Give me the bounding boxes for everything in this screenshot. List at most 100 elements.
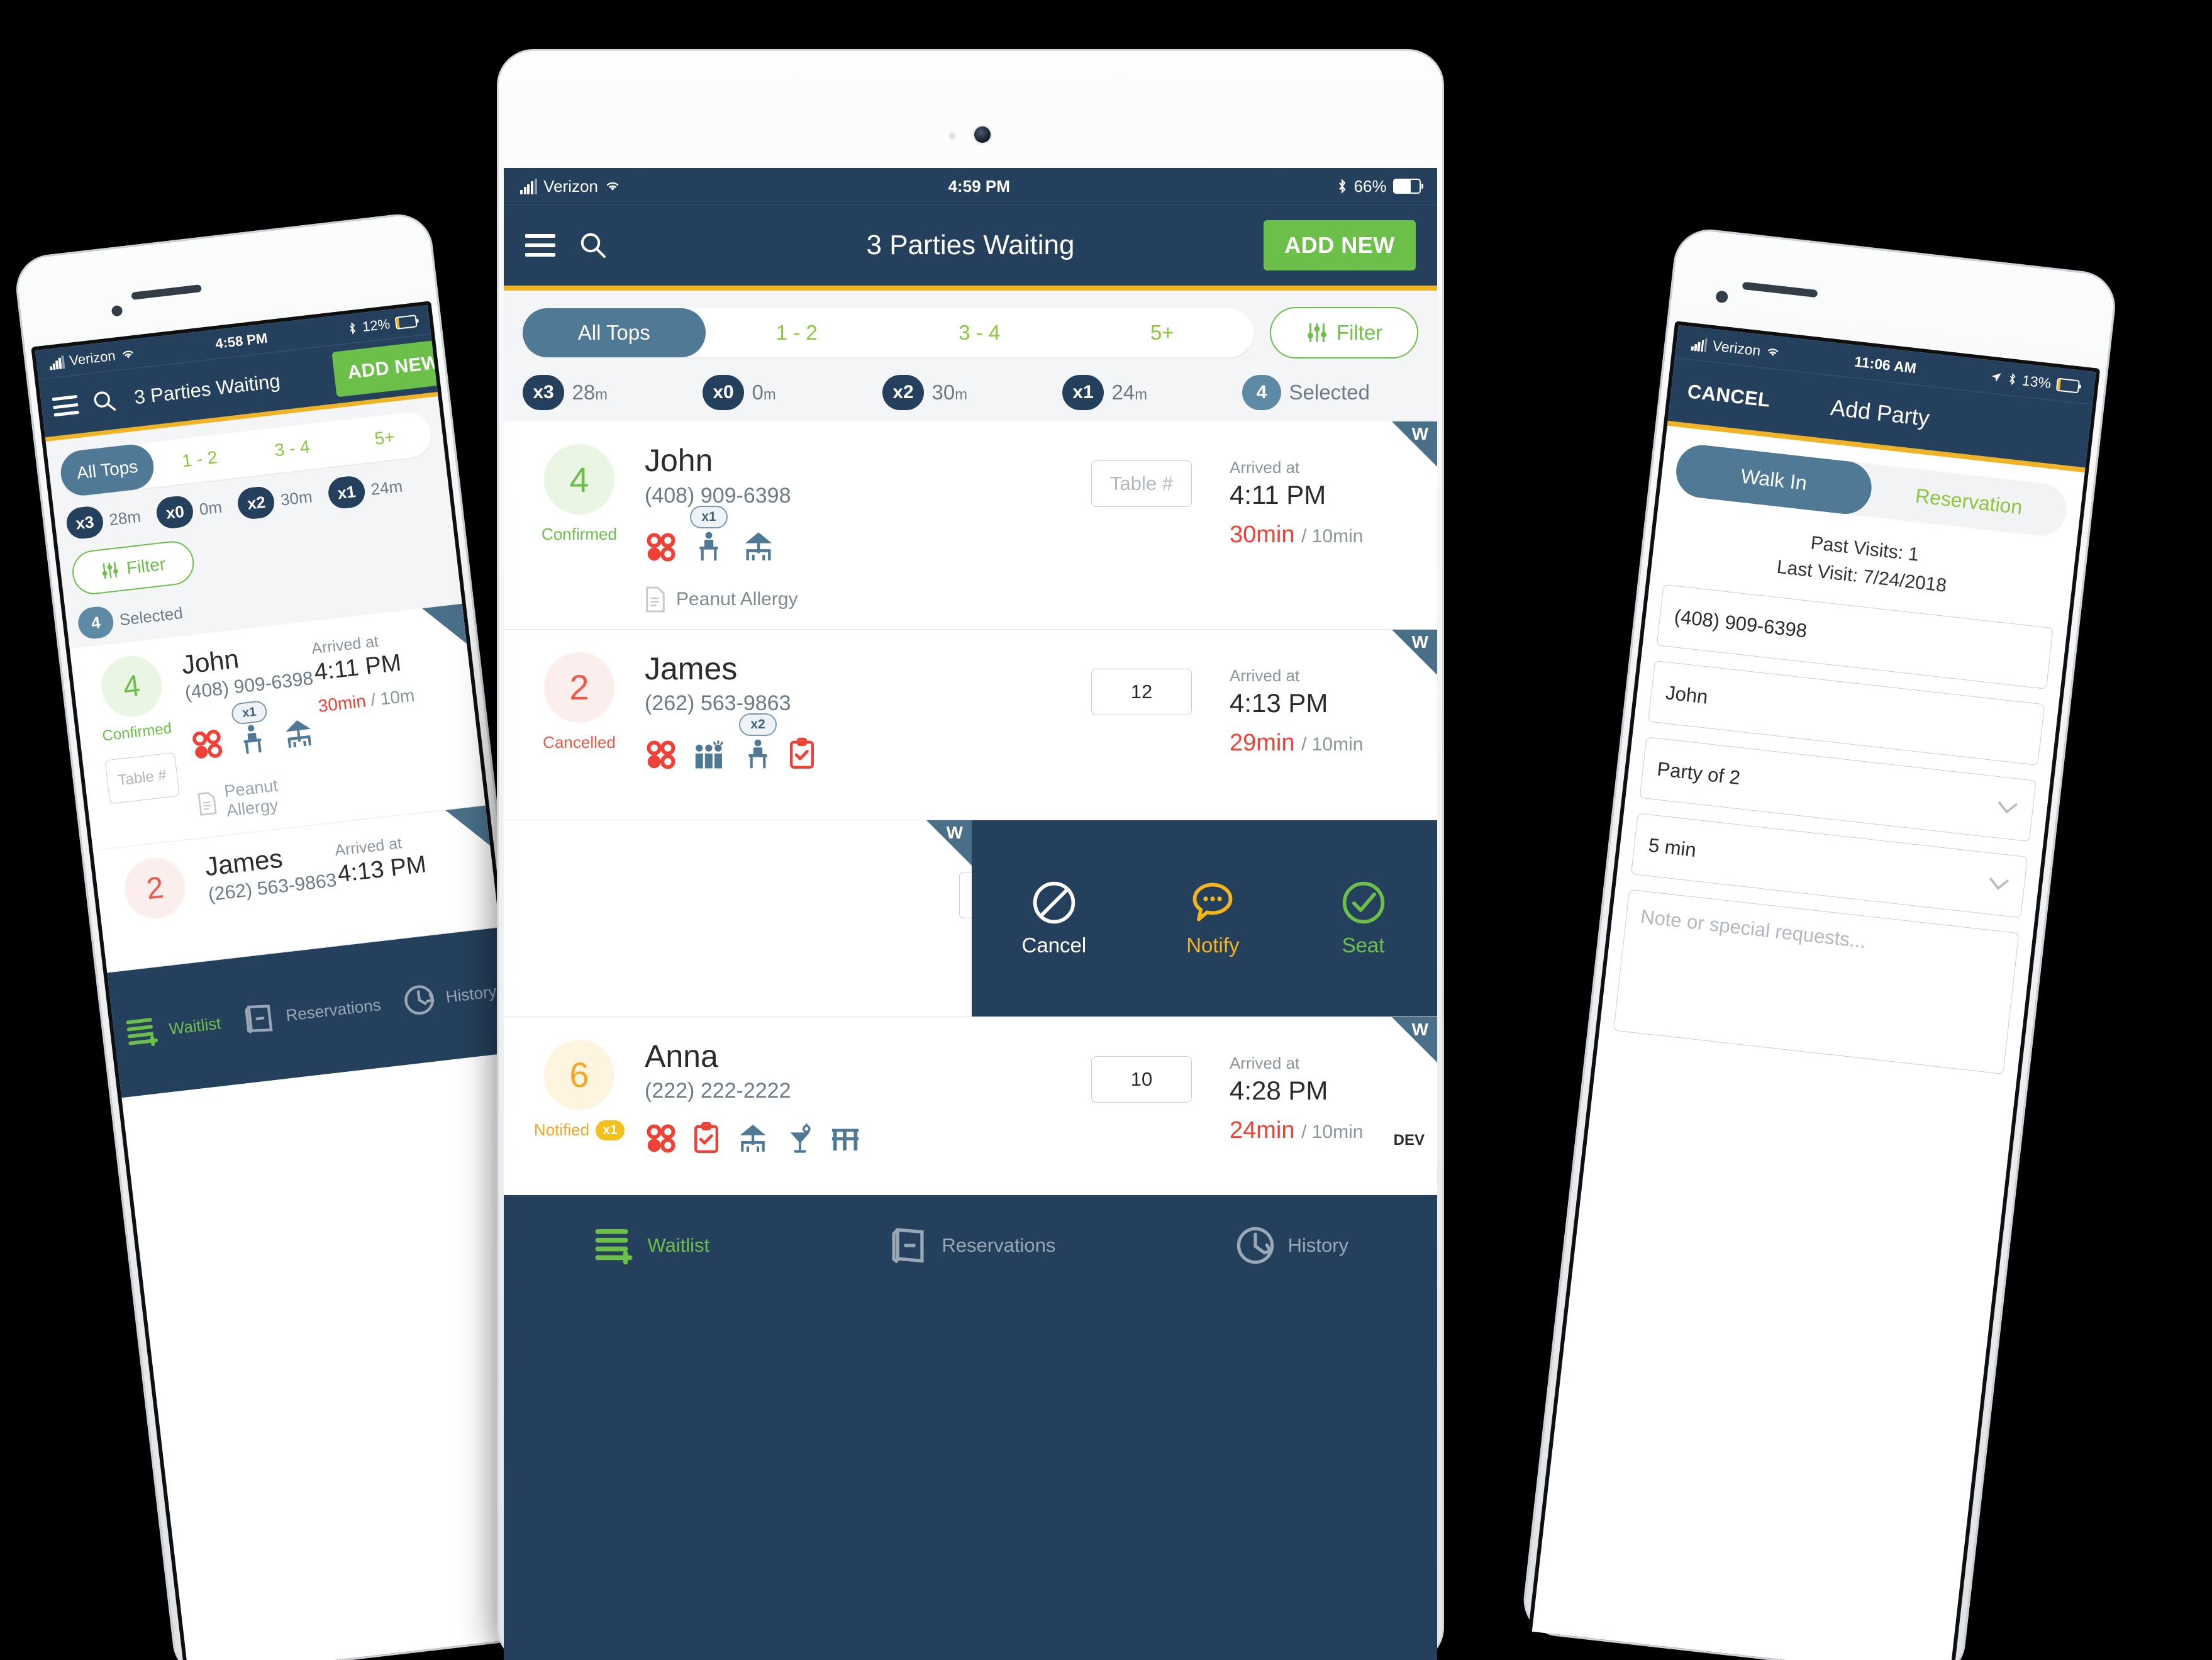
battery-icon	[2055, 377, 2081, 393]
segment-5-plus[interactable]: 5+	[1071, 308, 1254, 357]
table-number-input[interactable]: Table #	[104, 752, 180, 805]
stat-unit: m	[763, 386, 776, 403]
selected-chip: 4	[1242, 375, 1281, 410]
stat-chip: x2	[882, 375, 924, 410]
tab-waitlist[interactable]: Waitlist	[123, 1005, 223, 1052]
table-row[interactable]: W 2 Cancelled James (262) 563-9863 x2 12…	[504, 629, 1437, 820]
stat-chip: x3	[523, 375, 564, 410]
segment-all-tops[interactable]: All Tops	[523, 308, 706, 357]
arrived-time: 4:11 PM	[1230, 480, 1326, 510]
table-number-input[interactable]: 10	[1091, 1056, 1192, 1103]
ipad-navbar: 3 Parties Waiting ADD NEW	[504, 204, 1437, 286]
cancel-action[interactable]: Cancel	[1021, 879, 1086, 958]
walkin-corner-badge	[422, 603, 467, 649]
front-camera	[1715, 290, 1729, 304]
segment-3-4[interactable]: 3 - 4	[243, 421, 341, 477]
table-row[interactable]: W 4 Confirmed John (408) 909-6398 x1 Pea…	[504, 421, 1437, 630]
guest-name: John	[645, 443, 713, 478]
arrived-label: Arrived at	[1230, 458, 1300, 477]
tab-label: Waitlist	[168, 1013, 222, 1039]
bar-stool-icon	[831, 1128, 859, 1151]
note-textarea[interactable]: Note or special requests...	[1613, 889, 2020, 1074]
notify-action-label: Notify	[1186, 933, 1240, 957]
ipad-tab-bar: Waitlist Reservations History	[504, 1195, 1437, 1296]
stat-value: 28m	[108, 506, 142, 529]
waited-time: 30min	[317, 691, 367, 716]
walkin-corner-badge	[445, 805, 491, 850]
earpiece-speaker	[131, 284, 202, 300]
cancel-button[interactable]: CANCEL	[1686, 380, 1771, 412]
add-party-body: Walk In Reservation Past Visits: 1 Last …	[1599, 425, 2085, 1076]
party-size-segmented-control[interactable]: All Tops 1 - 2 3 - 4 5+	[523, 308, 1253, 357]
ambient-light-sensor	[949, 133, 955, 139]
hamburger-menu-icon[interactable]	[525, 234, 555, 257]
quoted-time: / 10min	[1301, 526, 1364, 547]
guest-phone: (262) 563-9863	[645, 691, 791, 715]
notified-count-badge: x1	[596, 1120, 625, 1140]
tab-waitlist[interactable]: Waitlist	[592, 1223, 709, 1268]
stat-item: x2 30m	[236, 481, 314, 521]
dev-tag: DEV	[1393, 1131, 1425, 1149]
waitlist-lines-icon	[126, 1018, 158, 1047]
segment-reservation[interactable]: Reservation	[1869, 464, 2069, 538]
tab-label: Reservations	[942, 1234, 1056, 1256]
table-number-input[interactable]: 12	[1091, 668, 1192, 715]
waited-time: 24min	[1230, 1117, 1295, 1144]
tab-label: History	[445, 981, 497, 1006]
search-icon[interactable]	[91, 387, 118, 415]
table-row[interactable]: W 6 Notified x1 Anna (222) 222-2222 10 A…	[504, 1017, 1437, 1195]
tab-reservations[interactable]: Reservations	[240, 986, 383, 1039]
corner-letter: W	[946, 822, 963, 842]
search-icon[interactable]	[578, 230, 608, 260]
clipboard-check-icon	[789, 737, 814, 769]
ipad-stats-row: x3 28m x0 0m x2 30m x1 24m 4 Selected	[523, 375, 1418, 410]
add-new-button[interactable]: ADD NEW	[331, 338, 456, 398]
battery-percent: 13%	[2021, 371, 2052, 391]
filter-button[interactable]: Filter	[70, 538, 197, 597]
stat-item: x1 24m	[1062, 375, 1242, 410]
seat-action-label: Seat	[1342, 933, 1385, 957]
segment-3-4[interactable]: 3 - 4	[888, 308, 1071, 357]
cocktail-icon	[790, 1123, 811, 1153]
guest-phone: (222) 222-2222	[645, 1079, 791, 1103]
chevron-down-icon	[1998, 801, 2018, 814]
note-text: Peanut Allergy	[223, 776, 279, 820]
status-label: Confirmed	[101, 720, 173, 745]
party-size-value: Party of 2	[1655, 757, 1742, 789]
left-waitlist-rows: 4 Confirmed Table # John (408) 909-6398 …	[69, 603, 500, 973]
carrier-label: Verizon	[1711, 337, 1762, 359]
stat-chip: x2	[236, 485, 277, 521]
hamburger-menu-icon[interactable]	[52, 394, 79, 417]
gold-divider	[504, 286, 1437, 291]
notify-action[interactable]: Notify	[1186, 879, 1240, 958]
tab-label: Waitlist	[647, 1234, 710, 1256]
bluetooth-icon	[1339, 179, 1346, 194]
segment-1-2[interactable]: 1 - 2	[706, 308, 889, 357]
group-people-icon	[695, 740, 723, 769]
tab-history[interactable]: History	[1233, 1223, 1348, 1268]
location-arrow-icon	[1992, 373, 2002, 382]
filter-button[interactable]: Filter	[1270, 307, 1418, 359]
table-row-swiped[interactable]: W Table # Arrived at 4:14 PM 31min / 10m…	[504, 820, 1437, 1017]
bluetooth-icon	[350, 322, 356, 335]
chevron-down-icon	[1989, 877, 2009, 890]
seat-action[interactable]: Seat	[1340, 879, 1387, 958]
segment-5-plus[interactable]: 5+	[336, 410, 433, 466]
tab-reservations[interactable]: Reservations	[887, 1223, 1055, 1268]
status-label: Cancelled	[543, 732, 616, 752]
status-label: Confirmed	[542, 525, 617, 543]
add-new-button[interactable]: ADD NEW	[1264, 220, 1416, 270]
filter-button-label: Filter	[125, 554, 167, 578]
ipad-filter-zone: All Tops 1 - 2 3 - 4 5+ Filter x3 28m x0…	[504, 291, 1437, 421]
patio-umbrella-table-icon	[740, 1125, 766, 1152]
segment-all-tops[interactable]: All Tops	[58, 442, 157, 498]
tab-history[interactable]: History	[399, 973, 499, 1020]
corner-letter: W	[1411, 1019, 1428, 1039]
segment-walk-in[interactable]: Walk In	[1673, 442, 1875, 517]
clock: 4:59 PM	[948, 176, 1010, 196]
segment-1-2[interactable]: 1 - 2	[151, 432, 248, 487]
reservation-card-icon	[244, 1005, 273, 1033]
table-number-input[interactable]: Table #	[1091, 460, 1192, 507]
signal-bars-icon	[520, 178, 537, 194]
front-camera	[111, 304, 123, 317]
